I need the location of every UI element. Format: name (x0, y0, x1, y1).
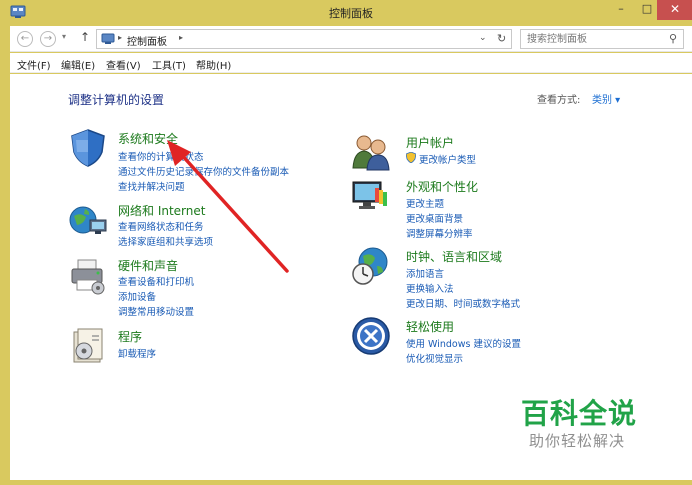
link-change-desktop-background[interactable]: 更改桌面背景 (406, 211, 463, 225)
title-bar[interactable]: 控制面板 – □ ✕ (5, 0, 692, 26)
category-title-ease-of-access[interactable]: 轻松使用 (406, 318, 454, 335)
breadcrumb-separator-icon[interactable]: ▸ (118, 33, 122, 42)
link-devices-printers[interactable]: 查看设备和打印机 (118, 274, 194, 288)
link-view-computer-status[interactable]: 查看你的计算机状态 (118, 149, 204, 163)
category-title-hardware-sound[interactable]: 硬件和声音 (118, 257, 178, 274)
maximize-button[interactable]: □ (635, 0, 659, 20)
navigation-toolbar: ← → ▾ ↑ ▸ 控制面板 ▸ ⌄ ↻ ⚲ (10, 26, 692, 52)
link-network-status[interactable]: 查看网络状态和任务 (118, 219, 204, 233)
category-title-programs[interactable]: 程序 (118, 328, 142, 345)
category-title-appearance[interactable]: 外观和个性化 (406, 178, 478, 195)
category-title-network-internet[interactable]: 网络和 Internet (118, 202, 205, 219)
control-panel-icon (101, 33, 115, 44)
link-change-theme[interactable]: 更改主题 (406, 196, 444, 210)
search-input[interactable] (521, 30, 661, 48)
category-network-internet: 网络和 Internet 查看网络状态和任务 选择家庭组和共享选项 (68, 200, 308, 250)
uac-shield-icon (406, 152, 416, 163)
shield-icon[interactable] (68, 128, 108, 168)
users-icon[interactable] (351, 132, 391, 172)
link-change-account-type[interactable]: 更改帐户类型 (419, 152, 476, 166)
category-user-accounts: 用户帐户 更改帐户类型 (351, 132, 591, 172)
menu-file[interactable]: 文件(F) (17, 57, 51, 72)
back-arrow-icon[interactable]: ← (17, 31, 33, 47)
close-button[interactable]: ✕ (657, 0, 692, 20)
window-title: 控制面板 (329, 7, 373, 20)
refresh-icon[interactable]: ↻ (497, 32, 506, 45)
breadcrumb-separator-icon[interactable]: ▸ (179, 33, 183, 42)
link-windows-recommended-settings[interactable]: 使用 Windows 建议的设置 (406, 336, 521, 350)
category-appearance: 外观和个性化 更改主题 更改桌面背景 调整屏幕分辨率 (351, 176, 591, 240)
category-clock-language-region: 时钟、语言和区域 添加语言 更换输入法 更改日期、时间或数字格式 (351, 246, 591, 310)
link-uninstall-program[interactable]: 卸载程序 (118, 346, 156, 360)
category-title-clock-language-region[interactable]: 时钟、语言和区域 (406, 248, 502, 265)
category-title-user-accounts[interactable]: 用户帐户 (406, 134, 454, 151)
category-system-security: 系统和安全 查看你的计算机状态 通过文件历史记录保存你的文件备份副本 查找并解决… (68, 128, 308, 198)
view-by-label: 查看方式: (537, 95, 581, 106)
link-homegroup-sharing[interactable]: 选择家庭组和共享选项 (118, 234, 213, 248)
link-date-time-format[interactable]: 更改日期、时间或数字格式 (406, 296, 520, 310)
breadcrumb-control-panel[interactable]: 控制面板 (127, 33, 167, 48)
minimize-button[interactable]: – (609, 0, 633, 20)
link-add-language[interactable]: 添加语言 (406, 266, 444, 280)
category-ease-of-access: 轻松使用 使用 Windows 建议的设置 优化视觉显示 (351, 316, 591, 365)
display-paint-icon[interactable] (351, 176, 391, 216)
watermark-title: 百科全说 (521, 397, 638, 430)
link-optimize-visual-display[interactable]: 优化视觉显示 (406, 351, 463, 365)
link-mobility-settings[interactable]: 调整常用移动设置 (118, 304, 194, 318)
ease-of-access-icon[interactable] (351, 316, 391, 356)
menu-help[interactable]: 帮助(H) (196, 57, 231, 72)
page-title: 调整计算机的设置 (68, 93, 165, 107)
view-by-dropdown[interactable]: 类别 ▾ (592, 91, 620, 106)
link-file-history-backup[interactable]: 通过文件历史记录保存你的文件备份副本 (118, 164, 289, 178)
address-bar[interactable]: ▸ 控制面板 ▸ ⌄ ↻ (96, 29, 512, 49)
up-arrow-icon[interactable]: ↑ (80, 30, 90, 44)
printer-icon[interactable] (68, 256, 108, 296)
link-add-device[interactable]: 添加设备 (118, 289, 156, 303)
category-title-system-security[interactable]: 系统和安全 (118, 130, 178, 147)
network-globe-icon[interactable] (68, 200, 108, 240)
category-programs: 程序 卸载程序 (68, 326, 308, 366)
menu-tools[interactable]: 工具(T) (152, 57, 186, 72)
menu-edit[interactable]: 编辑(E) (61, 57, 95, 72)
programs-icon[interactable] (68, 326, 108, 366)
menu-view[interactable]: 查看(V) (106, 57, 141, 72)
forward-arrow-icon[interactable]: → (40, 31, 56, 47)
recent-locations-chevron-icon[interactable]: ▾ (62, 32, 66, 41)
link-screen-resolution[interactable]: 调整屏幕分辨率 (406, 226, 473, 240)
category-hardware-sound: 硬件和声音 查看设备和打印机 添加设备 调整常用移动设置 (68, 256, 308, 320)
search-icon[interactable]: ⚲ (669, 32, 677, 45)
link-troubleshoot[interactable]: 查找并解决问题 (118, 179, 185, 193)
search-box[interactable]: ⚲ (520, 29, 684, 49)
watermark-subtitle: 助你轻松解决 (529, 432, 626, 450)
clock-globe-icon[interactable] (351, 246, 391, 286)
control-panel-window: 控制面板 – □ ✕ ← → ▾ ↑ ▸ 控制面板 ▸ ⌄ ↻ ⚲ 文件(F) … (0, 0, 692, 485)
address-dropdown-chevron-icon[interactable]: ⌄ (479, 33, 487, 43)
link-change-input-method[interactable]: 更换输入法 (406, 281, 454, 295)
menu-bar: 文件(F) 编辑(E) 查看(V) 工具(T) 帮助(H) (10, 53, 692, 73)
